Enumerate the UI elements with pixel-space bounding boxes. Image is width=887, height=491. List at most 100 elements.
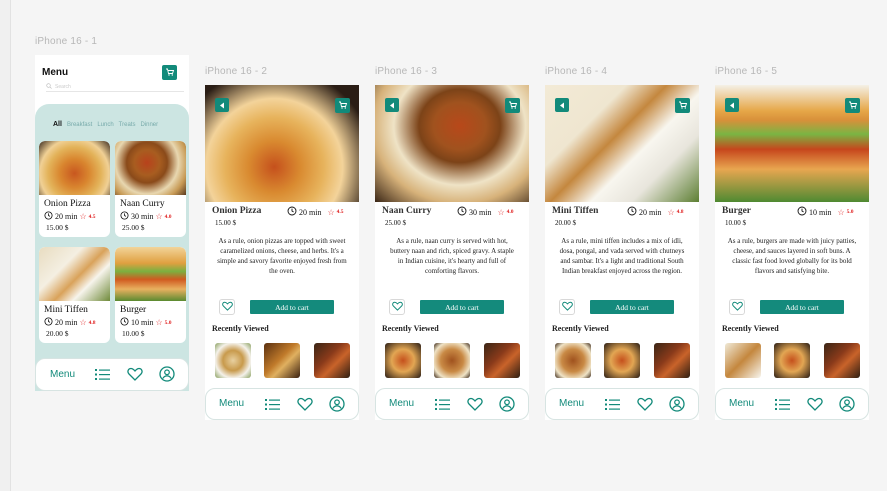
favorite-button[interactable]	[389, 299, 405, 315]
food-card-naan-curry[interactable]: Naan Curry 30 min ☆ 4.0 25.00 $	[115, 141, 186, 237]
search-input[interactable]: Search	[46, 83, 184, 92]
prep-time: 10 min	[131, 318, 154, 327]
recent-thumb[interactable]	[314, 343, 350, 378]
prep-time: 10 min	[809, 207, 832, 217]
back-arrow-icon	[219, 96, 225, 114]
food-name: Mini Tiffen	[552, 206, 599, 216]
detail-screen: Naan Curry 25.00 $ 30 min ☆ 4.0 As a rul…	[375, 85, 529, 420]
rating: 5.0	[164, 319, 172, 326]
list-icon[interactable]	[95, 368, 110, 386]
list-icon[interactable]	[605, 398, 620, 416]
nav-menu[interactable]: Menu	[559, 398, 584, 409]
food-description: As a rule, naan curry is served with hot…	[390, 237, 514, 275]
food-card-burger[interactable]: Burger 10 min ☆ 5.0 10.00 $	[115, 247, 186, 343]
back-button[interactable]	[215, 98, 229, 112]
favorite-button[interactable]	[559, 299, 575, 315]
favorite-button[interactable]	[729, 299, 745, 315]
recent-thumb[interactable]	[484, 343, 520, 378]
star-icon: ☆	[155, 212, 163, 221]
rating: 4.5	[88, 213, 96, 220]
heart-icon	[561, 298, 573, 316]
add-to-cart-button[interactable]: Add to cart	[590, 300, 674, 314]
star-icon: ☆	[667, 207, 675, 217]
profile-icon[interactable]	[499, 396, 515, 417]
food-name: Naan Curry	[382, 206, 432, 216]
food-card-onion-pizza[interactable]: Onion Pizza 20 min ☆ 4.5 15.00 $	[39, 141, 110, 237]
heart-icon[interactable]	[297, 397, 313, 416]
nav-menu[interactable]: Menu	[389, 398, 414, 409]
back-button[interactable]	[725, 98, 739, 112]
profile-icon[interactable]	[159, 366, 175, 387]
star-icon: ☆	[79, 318, 87, 327]
recent-thumb[interactable]	[824, 343, 860, 378]
frame-label[interactable]: iPhone 16 - 2	[205, 66, 267, 77]
heart-icon[interactable]	[807, 397, 823, 416]
food-name: Burger	[120, 305, 147, 315]
add-to-cart-button[interactable]: Add to cart	[250, 300, 334, 314]
star-icon: ☆	[79, 212, 87, 221]
food-photo-pizza	[39, 141, 110, 195]
recent-thumb[interactable]	[654, 343, 690, 378]
frame-label[interactable]: iPhone 16 - 3	[375, 66, 437, 77]
food-name: Naan Curry	[120, 199, 165, 209]
star-icon: ☆	[837, 207, 845, 217]
recent-thumb[interactable]	[264, 343, 300, 378]
recent-thumb[interactable]	[555, 343, 591, 378]
prep-time: 20 min	[55, 318, 78, 327]
tab-dinner[interactable]: Dinner	[140, 122, 158, 128]
food-card-mini-tiffen[interactable]: Mini Tiffen 20 min ☆ 4.8 20.00 $	[39, 247, 110, 343]
clock-icon	[44, 317, 53, 328]
profile-icon[interactable]	[669, 396, 685, 417]
frame-label[interactable]: iPhone 16 - 5	[715, 66, 777, 77]
frame-label[interactable]: iPhone 16 - 1	[35, 36, 97, 47]
back-button[interactable]	[385, 98, 399, 112]
food-description: As a rule, burgers are made with juicy p…	[727, 237, 857, 275]
nav-menu[interactable]: Menu	[50, 369, 75, 380]
cart-button[interactable]	[505, 98, 520, 113]
rating: 4.8	[676, 209, 684, 215]
recent-thumb[interactable]	[725, 343, 761, 378]
nav-menu[interactable]: Menu	[729, 398, 754, 409]
recent-thumb[interactable]	[215, 343, 251, 378]
tab-breakfast[interactable]: Breakfast	[67, 122, 92, 128]
cart-button[interactable]	[335, 98, 350, 113]
food-meta: 20 min ☆ 4.8	[627, 206, 684, 218]
recent-thumb[interactable]	[774, 343, 810, 378]
add-to-cart-button[interactable]: Add to cart	[760, 300, 844, 314]
recent-thumb[interactable]	[604, 343, 640, 378]
tab-all[interactable]: All	[53, 121, 62, 128]
tab-lunch[interactable]: Lunch	[97, 122, 113, 128]
cart-button[interactable]	[675, 98, 690, 113]
heart-icon[interactable]	[467, 397, 483, 416]
heart-icon[interactable]	[637, 397, 653, 416]
frame-label[interactable]: iPhone 16 - 4	[545, 66, 607, 77]
cart-button[interactable]	[162, 65, 177, 80]
cart-button[interactable]	[845, 98, 860, 113]
recently-viewed-title: Recently Viewed	[552, 324, 609, 333]
favorite-button[interactable]	[219, 299, 235, 315]
profile-icon[interactable]	[329, 396, 345, 417]
back-arrow-icon	[729, 96, 735, 114]
nav-menu[interactable]: Menu	[219, 398, 244, 409]
profile-icon[interactable]	[839, 396, 855, 417]
recent-thumb[interactable]	[385, 343, 421, 378]
clock-icon	[797, 206, 807, 218]
food-price: 25.00 $	[122, 223, 145, 232]
heart-icon[interactable]	[127, 367, 143, 386]
cart-icon	[678, 97, 688, 115]
food-photo-burger	[115, 247, 186, 301]
recent-thumb[interactable]	[434, 343, 470, 378]
tab-treats[interactable]: Treats	[119, 122, 136, 128]
prep-time: 30 min	[469, 207, 492, 217]
add-to-cart-button[interactable]: Add to cart	[420, 300, 504, 314]
page-title: Menu	[42, 67, 69, 78]
back-button[interactable]	[555, 98, 569, 112]
list-icon[interactable]	[265, 398, 280, 416]
list-icon[interactable]	[435, 398, 450, 416]
bottom-nav: Menu	[205, 388, 359, 420]
list-icon[interactable]	[775, 398, 790, 416]
bottom-nav: Menu	[715, 388, 869, 420]
clock-icon	[627, 206, 637, 218]
star-icon: ☆	[497, 207, 505, 217]
rating: 4.5	[336, 209, 344, 215]
